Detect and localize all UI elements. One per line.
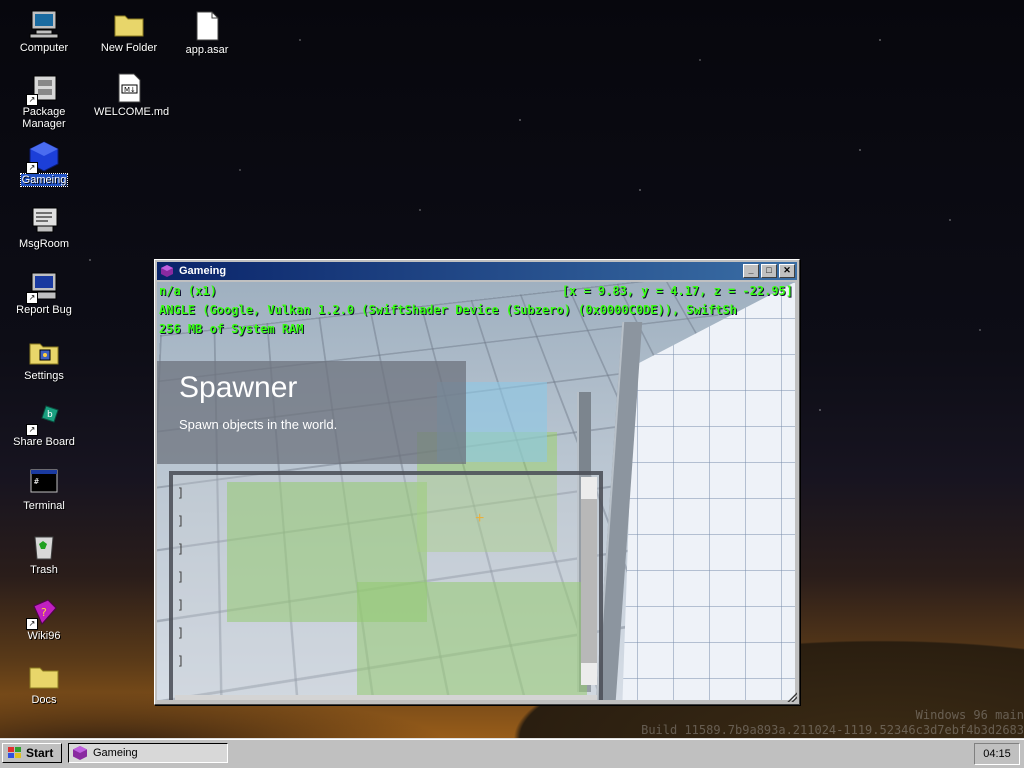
terminal-icon: # bbox=[28, 466, 60, 498]
settings-icon bbox=[28, 336, 60, 368]
desktop-icon-label: Share Board bbox=[13, 436, 75, 448]
desktop-icon-label: WELCOME.md bbox=[94, 106, 170, 118]
console-line: ] bbox=[177, 542, 185, 556]
hud-renderer: ANGLE (Google, Vulkan 1.2.0 (SwiftShader… bbox=[159, 303, 737, 317]
window-titlebar[interactable]: Gameing _ □ ✕ bbox=[157, 262, 797, 280]
maximize-button[interactable]: □ bbox=[761, 264, 777, 278]
desktop-icon-label: Docs bbox=[31, 694, 57, 706]
desktop-icon-computer[interactable]: Computer bbox=[8, 8, 80, 54]
desktop-icon-wiki96[interactable]: ? ↗ Wiki96 bbox=[8, 596, 80, 642]
desktop-icon-share-board[interactable]: b ↗ Share Board bbox=[8, 402, 80, 448]
desktop-icon-label: Report Bug bbox=[16, 304, 72, 316]
desktop-icon-label: MsgRoom bbox=[18, 238, 70, 250]
scrollbar-bottom-thumb[interactable] bbox=[581, 663, 597, 685]
shortcut-arrow-icon: ↗ bbox=[26, 94, 38, 106]
console-scrollbar[interactable] bbox=[581, 477, 597, 685]
scrollbar-top-thumb[interactable] bbox=[581, 477, 597, 499]
computer-icon bbox=[28, 8, 60, 40]
shortcut-arrow-icon: ↗ bbox=[26, 424, 38, 436]
desktop-icon-msgroom[interactable]: MsgRoom bbox=[8, 204, 80, 250]
console-input[interactable] bbox=[175, 695, 597, 700]
hud-fps: n/a (x1) bbox=[159, 284, 217, 298]
game-viewport[interactable]: n/a (x1) [x = 9.83, y = 4.17, z = -22.95… bbox=[157, 282, 795, 700]
desktop-icon-label: New Folder bbox=[100, 42, 158, 54]
build-watermark-os: Windows 96 main bbox=[915, 708, 1024, 722]
file-icon bbox=[191, 10, 223, 42]
share-board-icon: b ↗ bbox=[26, 402, 60, 436]
shortcut-arrow-icon: ↗ bbox=[26, 292, 38, 304]
svg-text:b: b bbox=[47, 410, 53, 420]
desktop-icon-trash[interactable]: Trash bbox=[8, 530, 80, 576]
spawner-panel: Spawner Spawn objects in the world. bbox=[157, 361, 466, 464]
resize-grip[interactable] bbox=[787, 692, 797, 702]
desktop-icon-label: Trash bbox=[30, 564, 58, 576]
desktop-icon-label: Computer bbox=[19, 42, 69, 54]
desktop-icon-terminal[interactable]: # Terminal bbox=[8, 466, 80, 512]
gameing-app-icon bbox=[73, 746, 87, 760]
start-button[interactable]: Start bbox=[2, 743, 62, 763]
spawner-subtitle: Spawn objects in the world. bbox=[179, 417, 338, 432]
svg-text:M↓: M↓ bbox=[124, 86, 136, 94]
minimize-button[interactable]: _ bbox=[743, 264, 759, 278]
taskbar: Start Gameing 04:15 bbox=[0, 739, 1024, 768]
console-line: ] bbox=[177, 626, 185, 640]
console-line: ] bbox=[177, 598, 185, 612]
desktop-icon-docs[interactable]: Docs bbox=[8, 660, 80, 706]
gameing-window: Gameing _ □ ✕ n/a (x1) [x = 9.83, y = 4.… bbox=[154, 259, 800, 705]
svg-text:#: # bbox=[34, 477, 39, 486]
desktop-icon-settings[interactable]: Settings bbox=[8, 336, 80, 382]
taskbar-item-gameing[interactable]: Gameing bbox=[68, 743, 228, 763]
console-line: ] bbox=[177, 514, 185, 528]
start-label: Start bbox=[26, 746, 54, 760]
msgroom-icon bbox=[28, 204, 60, 236]
desktop-icon-app-asar[interactable]: app.asar bbox=[171, 10, 243, 56]
spawner-console[interactable]: ] ] ] ] ] ] ] bbox=[169, 471, 603, 700]
start-logo-icon bbox=[8, 747, 21, 758]
desktop-icon-label: app.asar bbox=[185, 44, 229, 56]
desktop-icon-report-bug[interactable]: ↗ Report Bug bbox=[8, 270, 80, 316]
svg-text:?: ? bbox=[41, 606, 47, 619]
shortcut-arrow-icon: ↗ bbox=[26, 162, 38, 174]
console-line: ] bbox=[177, 570, 185, 584]
shortcut-arrow-icon: ↗ bbox=[26, 618, 38, 630]
desktop-icon-gameing[interactable]: ↗ Gameing bbox=[8, 140, 80, 187]
console-line: ] bbox=[177, 486, 185, 500]
console-output: ] ] ] ] ] ] ] bbox=[177, 479, 184, 675]
folder-icon bbox=[28, 660, 60, 692]
system-clock: 04:15 bbox=[974, 743, 1020, 765]
gameing-app-icon bbox=[161, 265, 173, 277]
build-watermark-build: Build 11589.7b9a893a.211024-1119.52346c3… bbox=[641, 723, 1024, 737]
desktop-icon-package-manager[interactable]: ↗ Package Manager bbox=[8, 72, 80, 130]
folder-icon bbox=[113, 8, 145, 40]
close-button[interactable]: ✕ bbox=[779, 264, 795, 278]
desktop-icon-label: Gameing bbox=[19, 173, 69, 187]
window-title: Gameing bbox=[179, 265, 227, 277]
desktop-icon-new-folder[interactable]: New Folder bbox=[93, 8, 165, 54]
desktop-icon-label: Wiki96 bbox=[27, 630, 61, 642]
console-line: ] bbox=[177, 654, 185, 668]
trash-icon bbox=[28, 530, 60, 562]
spawner-title: Spawner bbox=[179, 371, 298, 404]
hud-memory: 256 MB of System RAM bbox=[159, 322, 304, 336]
desktop-icon-welcome-md[interactable]: M↓ WELCOME.md bbox=[93, 72, 169, 118]
desktop-icon-label: Terminal bbox=[23, 500, 65, 512]
crosshair-icon: + bbox=[475, 510, 485, 527]
gameing-cube-icon: ↗ bbox=[26, 140, 60, 174]
desktop-icon-label: Settings bbox=[24, 370, 64, 382]
markdown-file-icon: M↓ bbox=[113, 72, 145, 104]
wiki-book-icon: ? ↗ bbox=[26, 596, 60, 630]
package-manager-icon: ↗ bbox=[26, 72, 60, 106]
report-bug-icon: ↗ bbox=[26, 270, 60, 304]
taskbar-item-label: Gameing bbox=[93, 747, 138, 759]
desktop-icon-label: Package Manager bbox=[22, 106, 66, 130]
hud-coordinates: [x = 9.83, y = 4.17, z = -22.95] bbox=[561, 284, 793, 298]
